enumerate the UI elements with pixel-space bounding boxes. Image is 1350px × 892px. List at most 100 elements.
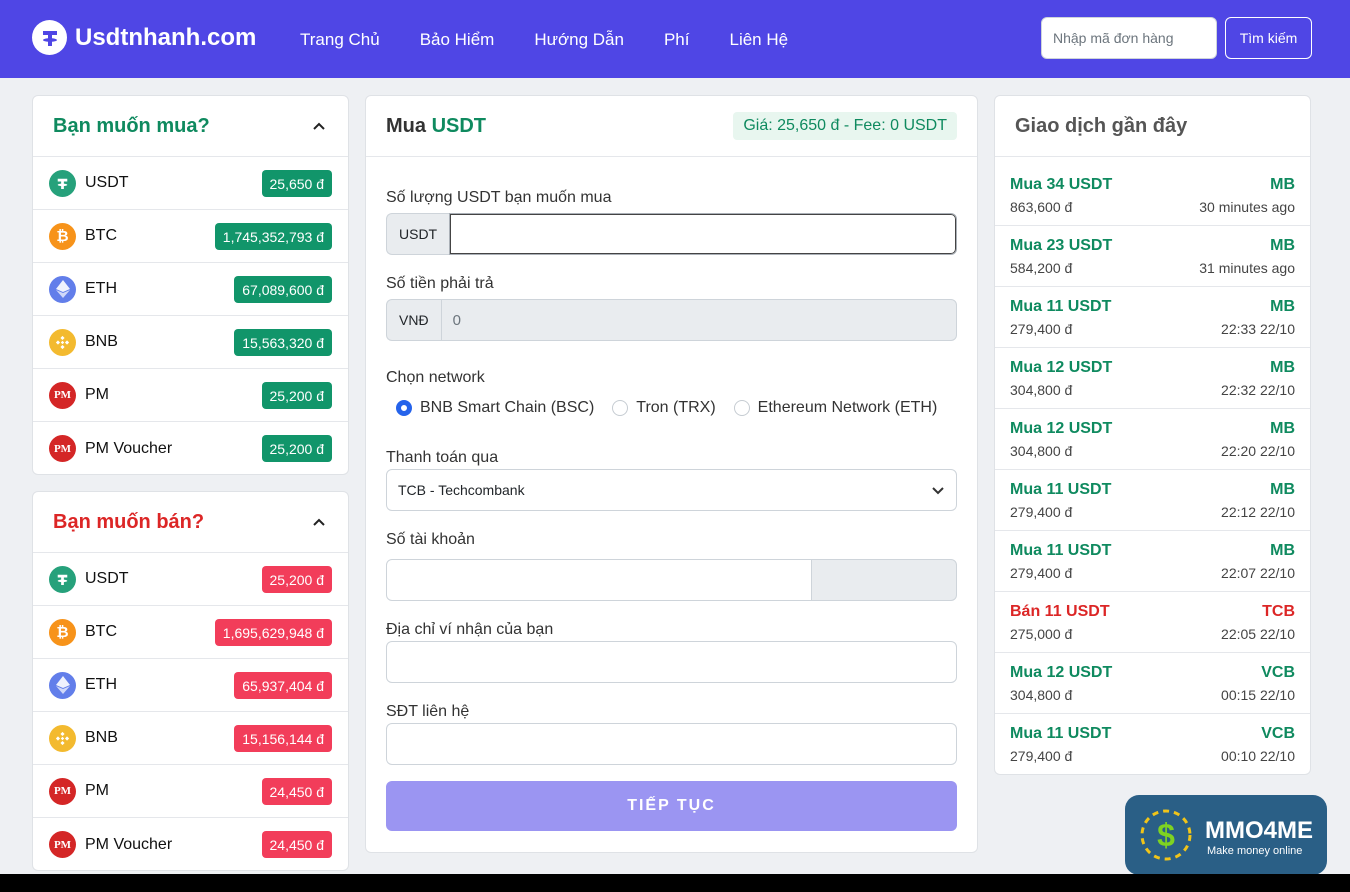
coin-price-badge: 25,200 đ	[261, 382, 332, 409]
buy-panel: Bạn muốn mua? USDT 25,650 đ ₿ BTC 1,745,352,…	[32, 95, 349, 475]
bnb-icon	[49, 724, 76, 752]
transaction-title: Mua 12 USDT	[1010, 359, 1113, 376]
chevron-down-icon	[932, 487, 944, 495]
transaction-amount: 304,800 đ	[1010, 443, 1073, 459]
bnb-icon	[49, 328, 76, 356]
coin-name: USDT	[85, 174, 129, 191]
coin-row[interactable]: ETH 65,937,404 đ	[33, 659, 348, 712]
transaction-time: 31 minutes ago	[1199, 260, 1295, 276]
wallet-address-input[interactable]	[386, 641, 957, 683]
transaction-amount: 279,400 đ	[1010, 748, 1073, 764]
order-search-input[interactable]	[1041, 17, 1217, 59]
nav-link-home[interactable]: Trang Chủ	[300, 30, 380, 50]
transaction-time: 22:20 22/10	[1221, 443, 1295, 459]
network-trx-radio[interactable]: Tron (TRX)	[612, 399, 716, 417]
radio-unchecked-icon	[612, 400, 629, 416]
coin-row[interactable]: USDT 25,650 đ	[33, 157, 348, 210]
coin-row[interactable]: BNB 15,156,144 đ	[33, 712, 348, 765]
transaction-row: Mua 12 USDT MB 304,800 đ 22:32 22/10	[995, 348, 1310, 409]
transaction-title: Mua 23 USDT	[1010, 237, 1113, 254]
transaction-time: 22:33 22/10	[1221, 321, 1295, 337]
coin-row[interactable]: PM PM Voucher 24,450 đ	[33, 818, 348, 870]
recent-title: Giao dịch gần đây	[1015, 114, 1188, 137]
coin-row[interactable]: ₿ BTC 1,745,352,793 đ	[33, 210, 348, 263]
coin-price-badge: 15,563,320 đ	[234, 329, 332, 356]
coin-row[interactable]: BNB 15,563,320 đ	[33, 316, 348, 369]
transaction-row: Mua 11 USDT MB 279,400 đ 22:07 22/10	[995, 531, 1310, 592]
coin-row[interactable]: PM PM Voucher 25,200 đ	[33, 422, 348, 474]
account-name-field	[811, 559, 957, 601]
order-title: Mua USDT	[386, 114, 487, 137]
transaction-bank: MB	[1270, 481, 1295, 498]
coin-row[interactable]: PM PM 24,450 đ	[33, 765, 348, 818]
transaction-amount: 275,000 đ	[1010, 626, 1073, 642]
transaction-row: Mua 11 USDT VCB 279,400 đ 00:10 22/10	[995, 714, 1310, 774]
coin-row[interactable]: ₿ BTC 1,695,629,948 đ	[33, 606, 348, 659]
continue-button[interactable]: TIẾP TỤC	[386, 781, 957, 831]
buy-panel-header[interactable]: Bạn muốn mua?	[33, 96, 348, 157]
ethereum-icon	[49, 671, 76, 699]
chevron-up-icon[interactable]	[310, 513, 328, 531]
transaction-time: 00:15 22/10	[1221, 687, 1295, 703]
order-form: Mua USDT Giá: 25,650 đ - Fee: 0 USDT Số …	[365, 95, 978, 853]
transaction-bank: MB	[1270, 298, 1295, 315]
transaction-bank: TCB	[1262, 603, 1295, 620]
coin-name: ETH	[85, 280, 117, 297]
amount-label: Số tiền phải trả	[386, 275, 494, 292]
transaction-time: 30 minutes ago	[1199, 199, 1295, 215]
transaction-row: Mua 12 USDT VCB 304,800 đ 00:15 22/10	[995, 653, 1310, 714]
nav-link-fees[interactable]: Phí	[664, 30, 690, 50]
transaction-title: Mua 11 USDT	[1010, 542, 1112, 559]
transaction-row: Mua 34 USDT MB 863,600 đ 30 minutes ago	[995, 165, 1310, 226]
transaction-amount: 584,200 đ	[1010, 260, 1073, 276]
transaction-amount: 279,400 đ	[1010, 504, 1073, 520]
search-button[interactable]: Tìm kiếm	[1225, 17, 1312, 59]
radio-unchecked-icon	[733, 400, 750, 416]
recent-header: Giao dịch gần đây	[995, 96, 1310, 157]
transaction-title: Bán 11 USDT	[1010, 603, 1110, 620]
coin-row[interactable]: USDT 25,200 đ	[33, 553, 348, 606]
ethereum-icon	[49, 275, 76, 303]
coin-name: BNB	[85, 333, 118, 350]
network-bsc-radio[interactable]: BNB Smart Chain (BSC)	[396, 399, 594, 417]
coin-price-badge: 67,089,600 đ	[234, 276, 332, 303]
transaction-title: Mua 34 USDT	[1010, 176, 1113, 193]
transaction-time: 22:05 22/10	[1221, 626, 1295, 642]
svg-text:$: $	[1157, 817, 1175, 853]
coin-row[interactable]: ETH 67,089,600 đ	[33, 263, 348, 316]
tether-logo-icon	[32, 20, 67, 55]
coin-price-badge: 24,450 đ	[261, 778, 332, 805]
bottom-bar	[0, 874, 1350, 892]
quantity-input[interactable]	[449, 213, 957, 255]
transaction-row: Mua 11 USDT MB 279,400 đ 22:12 22/10	[995, 470, 1310, 531]
coin-price-badge: 1,695,629,948 đ	[214, 619, 332, 646]
sell-panel-header[interactable]: Bạn muốn bán?	[33, 492, 348, 553]
coin-name: BTC	[85, 227, 117, 244]
tether-icon	[49, 565, 76, 593]
brand[interactable]: Usdtnhanh.com	[32, 20, 256, 55]
payment-selected-value: TCB - Techcombank	[398, 482, 525, 498]
order-form-header: Mua USDT Giá: 25,650 đ - Fee: 0 USDT	[366, 96, 977, 157]
nav-link-guide[interactable]: Hướng Dẫn	[534, 30, 624, 50]
payment-select[interactable]: TCB - Techcombank	[386, 469, 957, 511]
network-label: Chọn network	[386, 369, 485, 386]
phone-label: SĐT liên hệ	[386, 703, 470, 720]
tether-icon	[49, 169, 76, 197]
transaction-time: 22:07 22/10	[1221, 565, 1295, 581]
watermark-name: MMO4ME	[1205, 817, 1313, 844]
nav-link-insurance[interactable]: Bảo Hiểm	[420, 30, 495, 50]
transaction-title: Mua 11 USDT	[1010, 298, 1112, 315]
navbar: Usdtnhanh.com Trang Chủ Bảo Hiểm Hướng D…	[0, 0, 1350, 78]
nav-link-contact[interactable]: Liên Hệ	[729, 30, 788, 50]
coin-price-badge: 15,156,144 đ	[234, 725, 332, 752]
phone-input[interactable]	[386, 723, 957, 765]
chevron-up-icon[interactable]	[310, 117, 328, 135]
coin-row[interactable]: PM PM 25,200 đ	[33, 369, 348, 422]
perfect-money-icon: PM	[49, 381, 76, 409]
amount-input	[440, 299, 957, 341]
perfect-money-icon: PM	[49, 831, 76, 858]
dollar-logo-icon: $	[1140, 809, 1192, 861]
account-number-input[interactable]	[386, 559, 812, 601]
network-eth-radio[interactable]: Ethereum Network (ETH)	[733, 399, 937, 417]
transaction-bank: MB	[1270, 359, 1295, 376]
